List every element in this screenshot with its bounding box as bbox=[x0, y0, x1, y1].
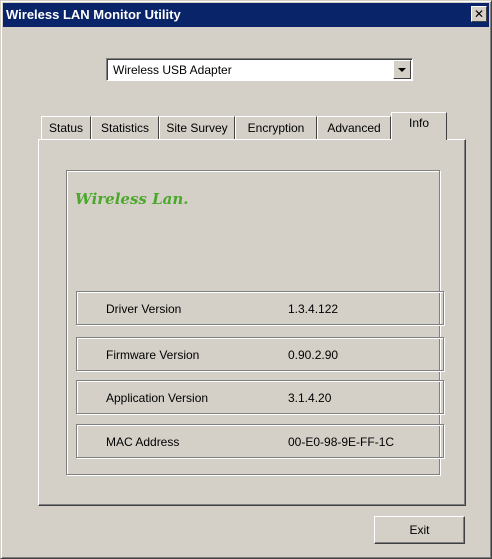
info-row-value: 1.3.4.122 bbox=[288, 302, 339, 316]
tab-statistics-label: Statistics bbox=[100, 121, 149, 135]
info-row-label: Firmware Version bbox=[106, 348, 200, 362]
info-row-label: MAC Address bbox=[106, 435, 180, 449]
info-row-value: 3.1.4.20 bbox=[288, 391, 332, 405]
tab-info[interactable]: Info bbox=[391, 112, 447, 140]
chevron-down-icon[interactable] bbox=[393, 60, 411, 79]
info-row-label: Application Version bbox=[106, 391, 209, 405]
tab-site-survey[interactable]: Site Survey bbox=[159, 116, 235, 139]
info-row-driver-version: Driver Version 1.3.4.122 bbox=[76, 291, 444, 325]
tab-site-survey-label: Site Survey bbox=[166, 121, 228, 135]
close-icon: ✕ bbox=[473, 7, 485, 21]
info-row-firmware-version: Firmware Version 0.90.2.90 bbox=[76, 337, 444, 371]
tab-status-label: Status bbox=[48, 121, 84, 135]
close-button[interactable]: ✕ bbox=[471, 6, 487, 22]
exit-button[interactable]: Exit bbox=[374, 516, 465, 544]
tab-info-label: Info bbox=[408, 116, 429, 130]
tab-encryption-label: Encryption bbox=[247, 121, 305, 135]
tab-status[interactable]: Status bbox=[41, 116, 91, 139]
title-bar[interactable]: Wireless LAN Monitor Utility ✕ bbox=[3, 3, 489, 27]
info-row-mac-address: MAC Address 00-E0-98-9E-FF-1C bbox=[76, 424, 444, 458]
brand-logo-text: Wireless Lan. bbox=[75, 190, 189, 208]
info-group-box: Wireless Lan. Driver Version 1.3.4.122 F… bbox=[66, 170, 444, 475]
window-title: Wireless LAN Monitor Utility bbox=[6, 7, 181, 22]
tab-advanced-label: Advanced bbox=[327, 121, 381, 135]
info-row-value: 00-E0-98-9E-FF-1C bbox=[288, 435, 395, 449]
adapter-select[interactable]: Wireless USB Adapter bbox=[106, 58, 413, 81]
info-panel: Wireless Lan. Driver Version 1.3.4.122 F… bbox=[38, 139, 466, 506]
info-row-label: Driver Version bbox=[106, 302, 182, 316]
info-row-value: 0.90.2.90 bbox=[288, 348, 339, 362]
tab-encryption[interactable]: Encryption bbox=[235, 116, 317, 139]
adapter-select-value: Wireless USB Adapter bbox=[113, 63, 232, 77]
info-row-application-version: Application Version 3.1.4.20 bbox=[76, 380, 444, 414]
tab-advanced[interactable]: Advanced bbox=[317, 116, 391, 139]
tab-statistics[interactable]: Statistics bbox=[91, 116, 159, 139]
main-window: Wireless LAN Monitor Utility ✕ Wireless … bbox=[0, 0, 492, 559]
